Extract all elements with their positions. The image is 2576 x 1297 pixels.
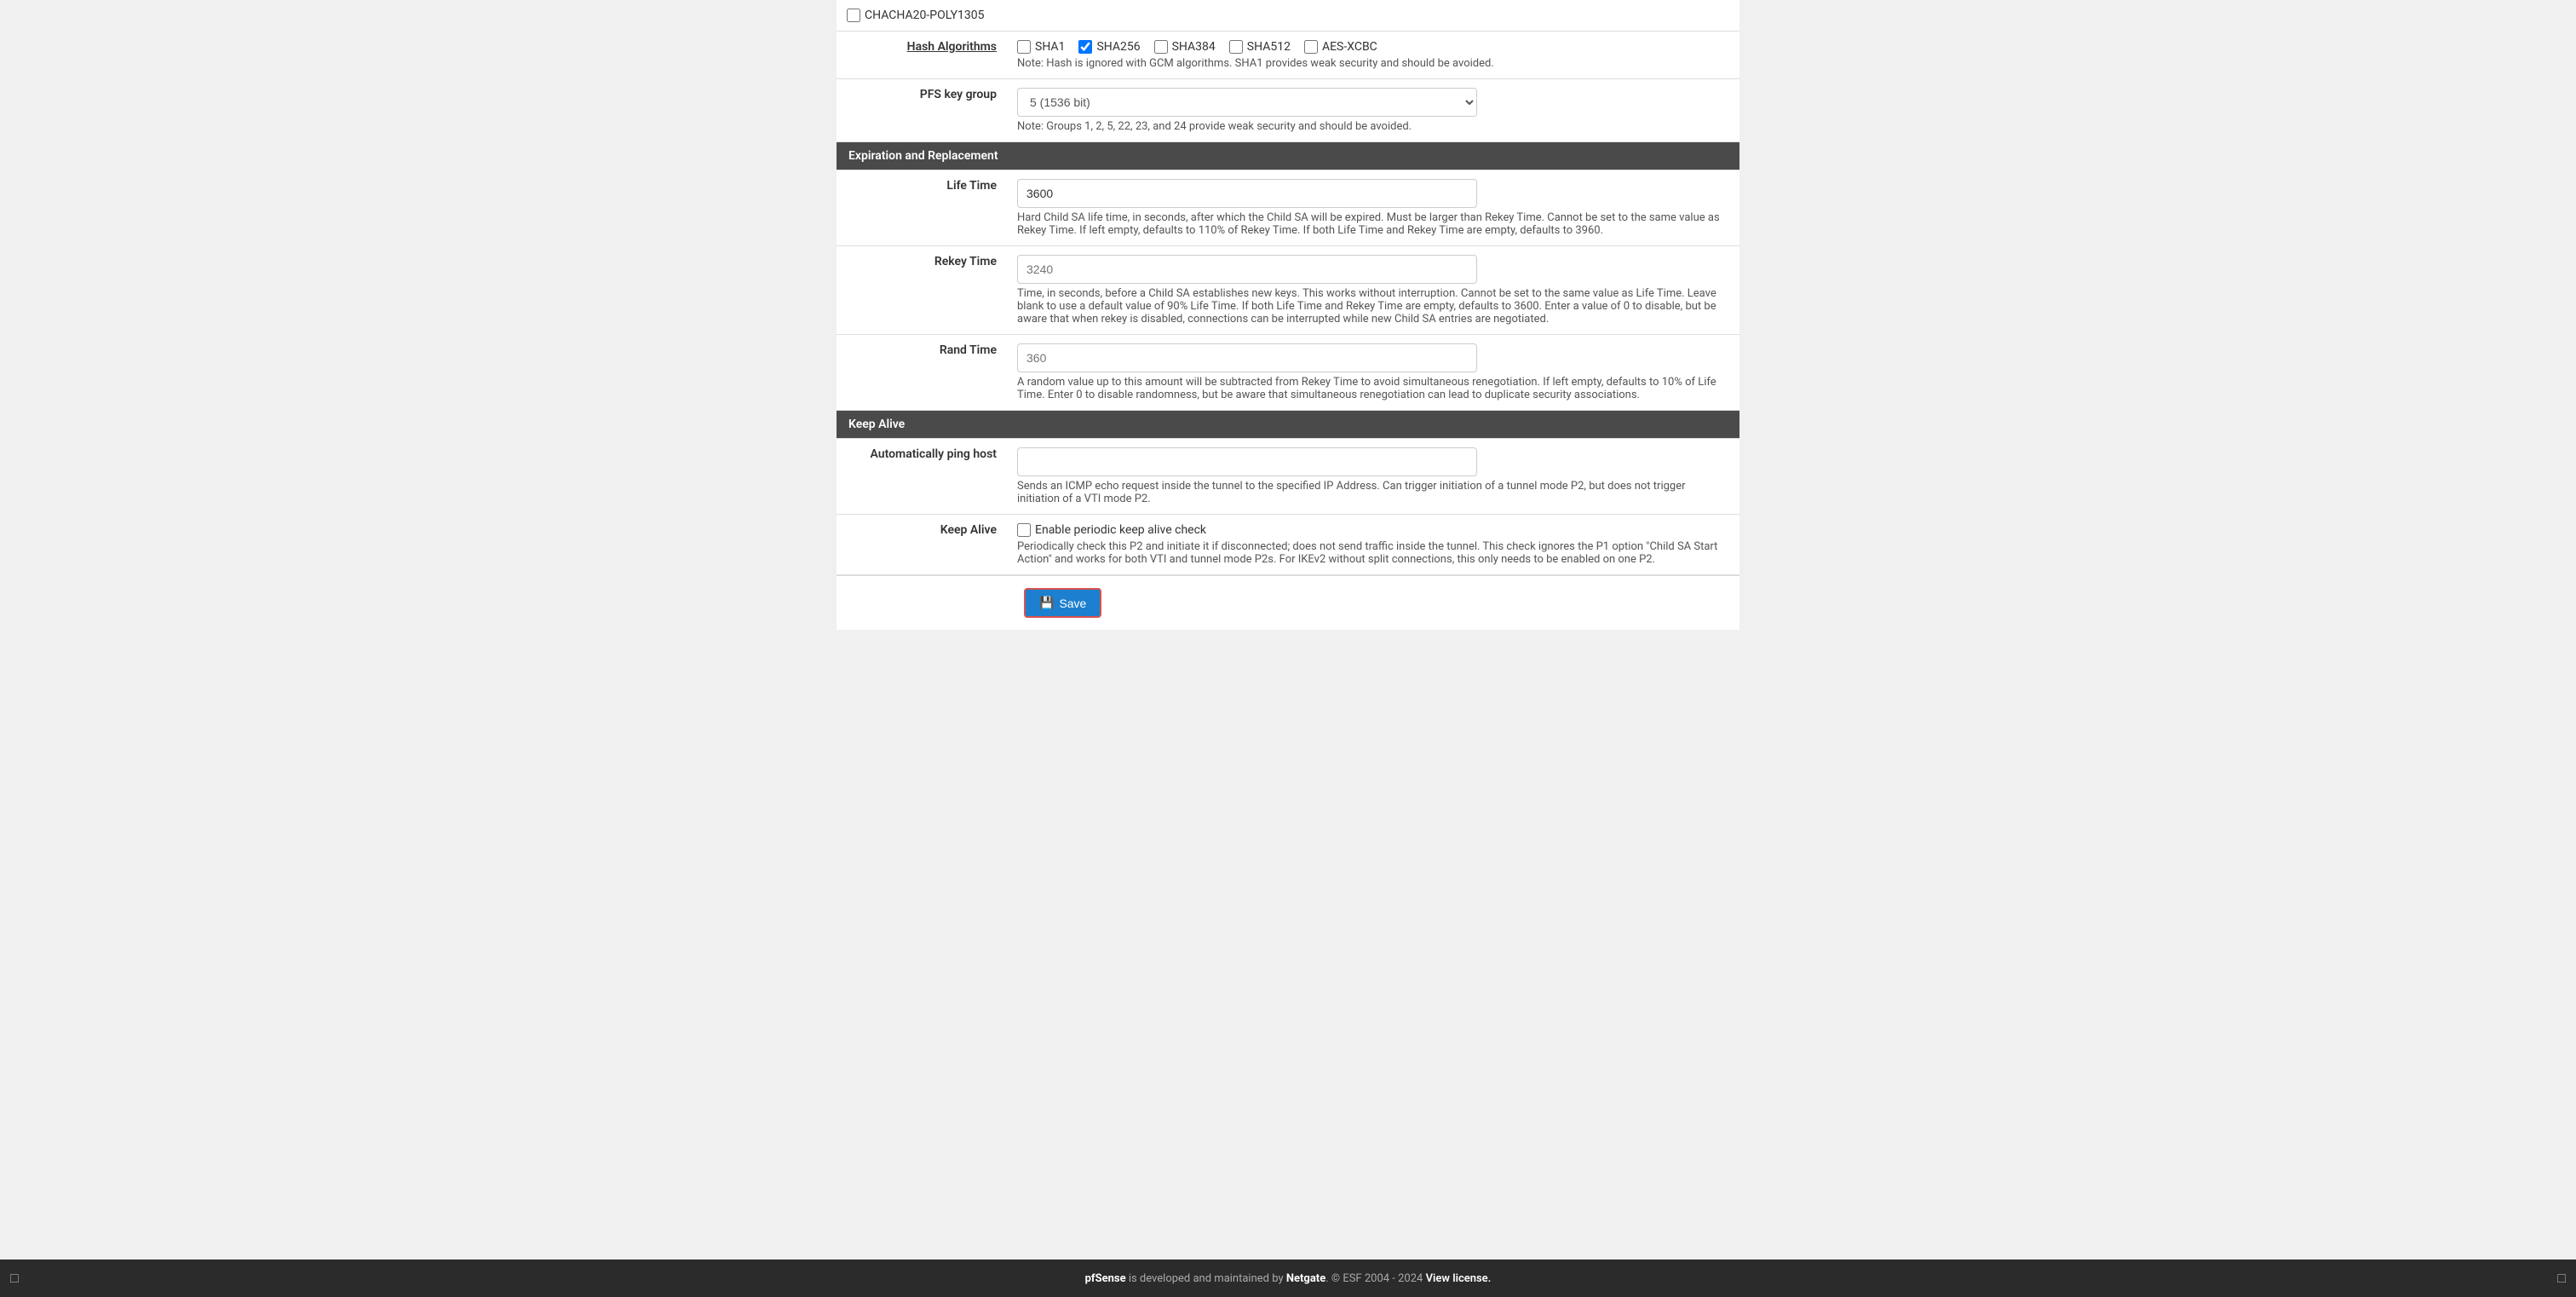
rand-time-row: Rand Time A random value up to this amou… [837,335,1739,411]
keep-alive-section-header-cell: Keep Alive [837,411,1739,439]
sha1-item[interactable]: SHA1 [1017,40,1065,54]
save-button[interactable]: 💾 Save [1024,588,1101,618]
life-time-input[interactable] [1017,179,1477,208]
auto-ping-note: Sends an ICMP echo request inside the tu… [1017,480,1729,505]
footer-pfsense: pfSense is developed and maintained by N… [1085,1272,1426,1285]
footer-license-link[interactable]: View license. [1426,1272,1492,1285]
chacha-checkbox-item[interactable]: CHACHA20-POLY1305 [847,9,1729,22]
footer-netgate: Netgate [1286,1272,1325,1285]
rand-time-label: Rand Time [837,335,1007,411]
sha384-label: SHA384 [1172,40,1216,54]
expiration-section-header-row: Expiration and Replacement [837,142,1739,170]
life-time-note: Hard Child SA life time, in seconds, aft… [1017,211,1729,237]
keep-alive-cell: Enable periodic keep alive check Periodi… [1007,515,1739,575]
save-icon: 💾 [1039,596,1054,610]
sha256-item[interactable]: SHA256 [1078,40,1140,54]
sha512-label: SHA512 [1247,40,1291,54]
ping-host-input[interactable] [1017,447,1477,476]
save-button-label: Save [1059,597,1086,610]
hash-algorithms-cell: SHA1 SHA256 SHA384 SHA512 [1007,32,1739,79]
hash-algorithms-note: Note: Hash is ignored with GCM algorithm… [1017,57,1729,70]
rand-time-input[interactable] [1017,343,1477,372]
rekey-time-row: Rekey Time Time, in seconds, before a Ch… [837,246,1739,335]
footer: □ pfSense is developed and maintained by… [0,1260,2576,1297]
sha384-item[interactable]: SHA384 [1154,40,1216,54]
keep-alive-row: Keep Alive Enable periodic keep alive ch… [837,515,1739,575]
sha256-checkbox[interactable] [1078,40,1092,54]
rand-time-note: A random value up to this amount will be… [1017,376,1729,401]
pfs-key-group-row: PFS key group 1 2 5 (1536 bit) 14 15 16 … [837,79,1739,142]
chacha-row: CHACHA20-POLY1305 [837,0,1739,32]
aes-xcbc-item[interactable]: AES-XCBC [1304,40,1377,54]
sha512-checkbox[interactable] [1229,40,1243,54]
keep-alive-label: Keep Alive [837,515,1007,575]
sha1-checkbox[interactable] [1017,40,1031,54]
footer-text: pfSense is developed and maintained by N… [19,1272,2558,1285]
footer-right-icon: □ [2557,1270,2566,1287]
chacha-checkbox[interactable] [847,9,860,22]
aes-xcbc-label: AES-XCBC [1322,40,1377,54]
pfs-key-group-label: PFS key group [837,79,1007,142]
auto-ping-row: Automatically ping host Sends an ICMP ec… [837,439,1739,515]
keep-alive-checkbox-item[interactable]: Enable periodic keep alive check [1017,523,1729,537]
hash-algorithms-checkboxes: SHA1 SHA256 SHA384 SHA512 [1017,40,1729,54]
sha384-checkbox[interactable] [1154,40,1168,54]
hash-algorithms-label: Hash Algorithms [837,32,1007,79]
life-time-cell: Hard Child SA life time, in seconds, aft… [1007,170,1739,246]
auto-ping-cell: Sends an ICMP echo request inside the tu… [1007,439,1739,515]
rekey-time-cell: Time, in seconds, before a Child SA esta… [1007,246,1739,335]
keep-alive-section-header-row: Keep Alive [837,411,1739,439]
footer-left-icon: □ [10,1270,19,1287]
expiration-section-header-cell: Expiration and Replacement [837,142,1739,170]
rekey-time-note: Time, in seconds, before a Child SA esta… [1017,287,1729,326]
auto-ping-label: Automatically ping host [837,439,1007,515]
pfs-key-group-cell: 1 2 5 (1536 bit) 14 15 16 17 18 19 20 21… [1007,79,1739,142]
life-time-label: Life Time [837,170,1007,246]
sha512-item[interactable]: SHA512 [1229,40,1291,54]
keep-alive-section-header: Keep Alive [837,411,1739,438]
pfs-key-group-select[interactable]: 1 2 5 (1536 bit) 14 15 16 17 18 19 20 21… [1017,88,1477,117]
keep-alive-checkbox[interactable] [1017,523,1031,537]
keep-alive-note: Periodically check this P2 and initiate … [1017,540,1729,566]
save-section: 💾 Save [837,575,1739,630]
aes-xcbc-checkbox[interactable] [1304,40,1318,54]
chacha-label: CHACHA20-POLY1305 [865,9,985,22]
hash-algorithms-row: Hash Algorithms SHA1 SHA256 [837,32,1739,79]
pfs-note: Note: Groups 1, 2, 5, 22, 23, and 24 pro… [1017,120,1729,133]
rekey-time-input[interactable] [1017,255,1477,284]
sha256-label: SHA256 [1096,40,1140,54]
life-time-row: Life Time Hard Child SA life time, in se… [837,170,1739,246]
expiration-section-header: Expiration and Replacement [837,142,1739,170]
rand-time-cell: A random value up to this amount will be… [1007,335,1739,411]
sha1-label: SHA1 [1035,40,1065,54]
rekey-time-label: Rekey Time [837,246,1007,335]
keep-alive-checkbox-label: Enable periodic keep alive check [1035,523,1206,537]
